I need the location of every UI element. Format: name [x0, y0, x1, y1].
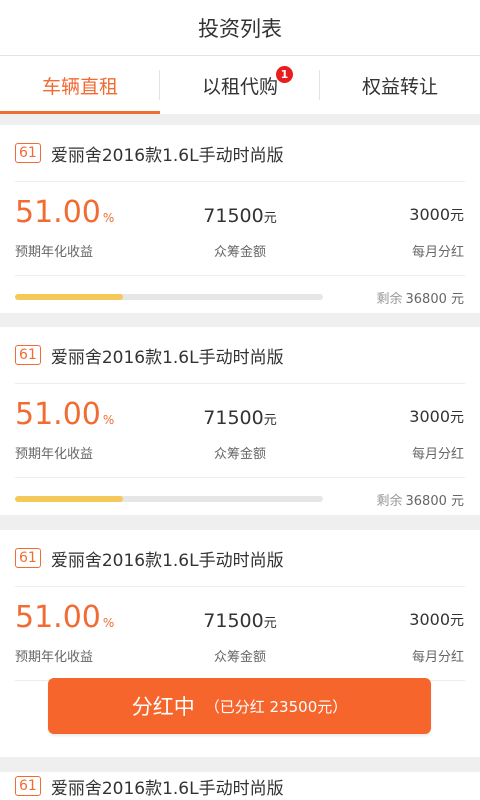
investment-card[interactable]: 61 爱丽舍2016款1.6L手动时尚版 51.00% 71500元 3000元…: [0, 530, 480, 757]
monthly-unit: 元: [450, 613, 464, 629]
tab-bar: 车辆直租 以租代购 1 权益转让: [0, 56, 480, 114]
funding-amount: 71500元: [200, 407, 280, 429]
product-name: 爱丽舍2016款1.6L手动时尚版: [50, 550, 284, 571]
investment-card[interactable]: 61 爱丽舍2016款1.6L手动时尚版 51.00% 71500元 3000元…: [0, 125, 480, 313]
product-tag: 61: [15, 776, 41, 796]
progress-fill: [15, 496, 123, 502]
tab-rent-to-buy[interactable]: 以租代购 1: [160, 56, 320, 114]
divider: [15, 477, 465, 478]
product-name: 爱丽舍2016款1.6L手动时尚版: [50, 145, 284, 166]
product-tag: 61: [15, 143, 41, 163]
progress-bar: [15, 294, 323, 300]
amount-unit: 元: [263, 616, 277, 631]
progress-bar: [15, 496, 323, 502]
button-label: 分红中: [131, 695, 195, 719]
monthly-unit: 元: [450, 410, 464, 426]
tab-equity-transfer[interactable]: 权益转让: [320, 56, 480, 114]
amount-value: 71500: [203, 205, 264, 227]
monthly-label: 每月分红: [411, 245, 464, 260]
progress-fill: [15, 294, 123, 300]
tab-label: 车辆直租: [41, 75, 118, 98]
monthly-value: 3000: [409, 407, 450, 426]
monthly-value: 3000: [409, 205, 450, 224]
monthly-value: 3000: [409, 610, 450, 629]
card-title-row: 61 爱丽舍2016款1.6L手动时尚版: [15, 530, 465, 587]
monthly-label: 每月分红: [411, 650, 464, 665]
remain-label: 剩余: [376, 494, 403, 509]
amount-value: 71500: [203, 610, 264, 632]
tab-direct-rent[interactable]: 车辆直租: [0, 56, 160, 114]
amount-label: 众筹金额: [213, 245, 266, 260]
rate-value: 51.00: [15, 195, 101, 230]
button-sublabel: （已分红 23500元）: [204, 697, 348, 716]
tab-label: 权益转让: [361, 75, 438, 98]
dividend-status-button[interactable]: 分红中 （已分红 23500元）: [48, 678, 431, 734]
notification-badge: 1: [276, 66, 293, 83]
divider: [15, 275, 465, 276]
remain-label: 剩余: [376, 292, 403, 307]
rate-label: 预期年化收益: [15, 447, 94, 462]
rate-label: 预期年化收益: [15, 650, 94, 665]
rate-value: 51.00: [15, 600, 101, 635]
monthly-label: 每月分红: [411, 447, 464, 462]
remaining-amount: 剩余 36800 元: [376, 490, 464, 509]
product-tag: 61: [15, 345, 41, 365]
investment-card[interactable]: 61 爱丽舍2016款1.6L手动时尚版 51.00% 71500元 3000元…: [0, 327, 480, 515]
rate-unit: %: [102, 211, 115, 225]
tab-label: 以租代购: [201, 75, 278, 98]
amount-value: 71500: [203, 407, 264, 429]
product-name: 爱丽舍2016款1.6L手动时尚版: [50, 347, 284, 368]
amount-label: 众筹金额: [213, 447, 266, 462]
page-title: 投资列表: [198, 16, 282, 41]
amount-unit: 元: [263, 413, 277, 428]
expected-rate: 51.00%: [15, 397, 114, 432]
remain-value: 36800 元: [405, 494, 465, 509]
monthly-unit: 元: [450, 208, 464, 224]
rate-unit: %: [102, 616, 115, 630]
investment-card[interactable]: 61 爱丽舍2016款1.6L手动时尚版: [0, 772, 480, 800]
rate-value: 51.00: [15, 397, 101, 432]
amount-label: 众筹金额: [213, 650, 266, 665]
card-title-row: 61 爱丽舍2016款1.6L手动时尚版: [15, 772, 465, 800]
funding-amount: 71500元: [200, 610, 280, 632]
product-name: 爱丽舍2016款1.6L手动时尚版: [50, 778, 284, 799]
rate-unit: %: [102, 413, 115, 427]
remain-value: 36800 元: [405, 292, 465, 307]
monthly-dividend: 3000元: [409, 407, 464, 427]
monthly-dividend: 3000元: [409, 205, 464, 225]
product-tag: 61: [15, 548, 41, 568]
expected-rate: 51.00%: [15, 195, 114, 230]
funding-amount: 71500元: [200, 205, 280, 227]
card-title-row: 61 爱丽舍2016款1.6L手动时尚版: [15, 327, 465, 384]
app-header: 投资列表: [0, 0, 480, 56]
rate-label: 预期年化收益: [15, 245, 94, 260]
monthly-dividend: 3000元: [409, 610, 464, 630]
expected-rate: 51.00%: [15, 600, 114, 635]
card-title-row: 61 爱丽舍2016款1.6L手动时尚版: [15, 125, 465, 182]
remaining-amount: 剩余 36800 元: [376, 288, 464, 307]
amount-unit: 元: [263, 211, 277, 226]
